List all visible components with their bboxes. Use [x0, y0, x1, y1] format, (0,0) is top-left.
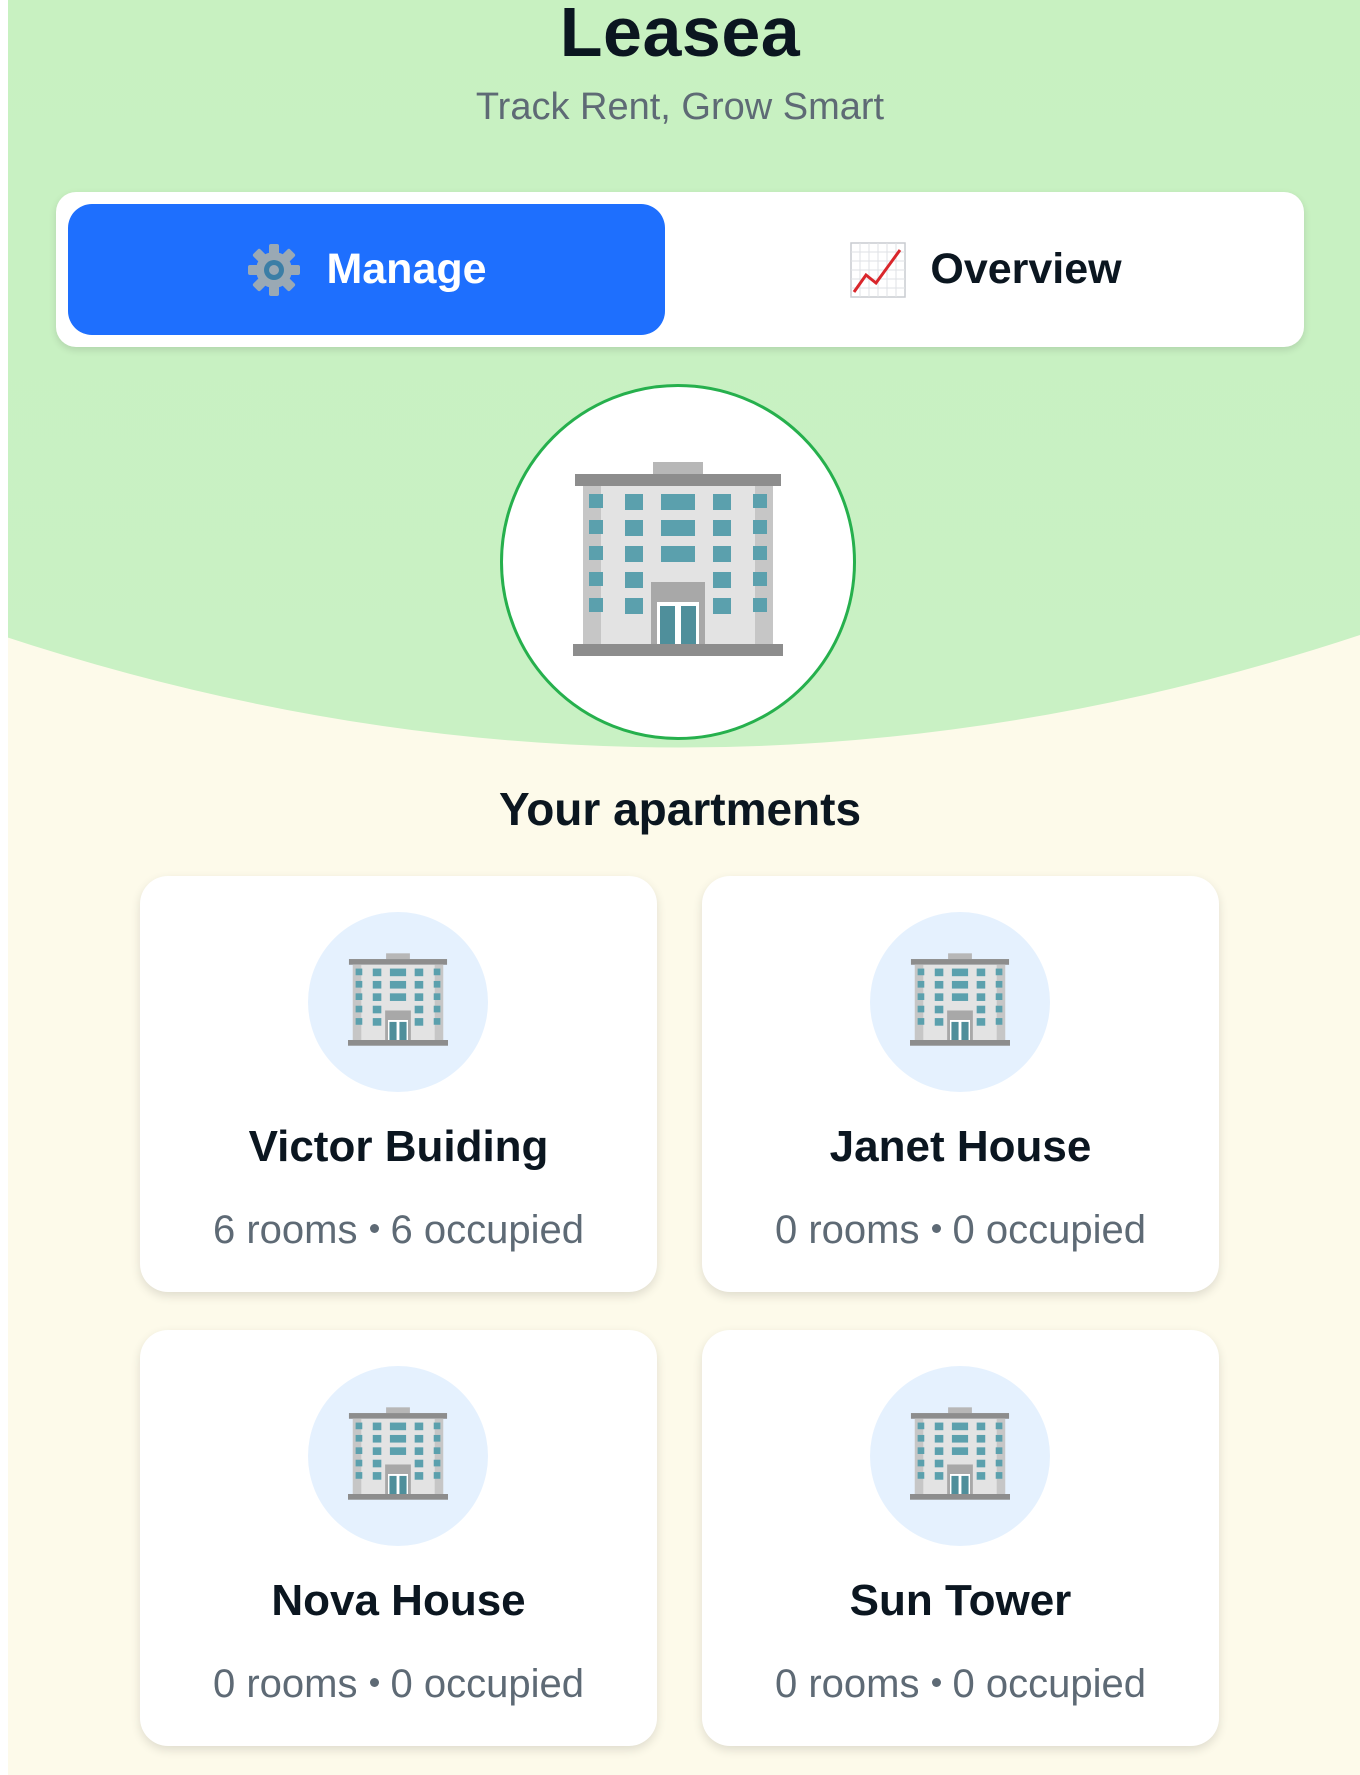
room-count: 0 rooms: [213, 1662, 358, 1706]
view-switcher: Manage Overview: [56, 192, 1304, 347]
apartment-stats: 0 rooms 0 occupied: [702, 1208, 1219, 1253]
apartment-card[interactable]: Sun Tower 0 rooms 0 occupied: [702, 1330, 1219, 1746]
apartment-stats: 6 rooms 6 occupied: [140, 1208, 657, 1253]
occupied-count: 0 occupied: [390, 1662, 584, 1706]
apartment-card[interactable]: Nova House 0 rooms 0 occupied: [140, 1330, 657, 1746]
apartment-name: Sun Tower: [849, 1576, 1072, 1625]
section-title: Your apartments: [498, 783, 862, 835]
separator-dot: [931, 1223, 941, 1233]
hero-building-badge: [500, 384, 856, 740]
gear-icon: [246, 242, 302, 298]
separator-dot: [931, 1677, 941, 1687]
apartment-name: Janet House: [829, 1122, 1092, 1171]
occupied-count: 0 occupied: [952, 1208, 1146, 1252]
occupied-count: 0 occupied: [952, 1662, 1146, 1706]
occupied-count: 6 occupied: [390, 1208, 584, 1252]
apartment-icon-badge: [308, 1366, 488, 1546]
app-title: Leasea: [559, 0, 801, 71]
apartment-card[interactable]: Janet House 0 rooms 0 occupied: [702, 876, 1219, 1292]
apartment-stats: 0 rooms 0 occupied: [702, 1662, 1219, 1707]
apartment-name: Nova House: [271, 1576, 526, 1625]
tab-manage[interactable]: Manage: [68, 204, 665, 335]
chart-increasing-icon: [850, 241, 907, 298]
room-count: 0 rooms: [775, 1208, 920, 1252]
apartment-name: Victor Buiding: [248, 1122, 549, 1171]
tab-overview-label: Overview: [930, 245, 1122, 293]
office-building-icon: [573, 461, 783, 663]
office-building-icon: [910, 1406, 1010, 1506]
left-edge-strip: [0, 0, 8, 1775]
app-tagline: Track Rent, Grow Smart: [475, 86, 885, 128]
apartment-icon-badge: [870, 1366, 1050, 1546]
separator-dot: [369, 1677, 379, 1687]
office-building-icon: [910, 952, 1010, 1052]
separator-dot: [369, 1223, 379, 1233]
apartment-stats: 0 rooms 0 occupied: [140, 1662, 657, 1707]
apartment-icon-badge: [870, 912, 1050, 1092]
office-building-icon: [348, 1406, 448, 1506]
tab-manage-label: Manage: [326, 245, 487, 293]
tab-overview[interactable]: Overview: [680, 204, 1292, 335]
room-count: 0 rooms: [775, 1662, 920, 1706]
apartment-icon-badge: [308, 912, 488, 1092]
office-building-icon: [348, 952, 448, 1052]
apartment-card[interactable]: Victor Buiding 6 rooms 6 occupied: [140, 876, 657, 1292]
room-count: 6 rooms: [213, 1208, 358, 1252]
